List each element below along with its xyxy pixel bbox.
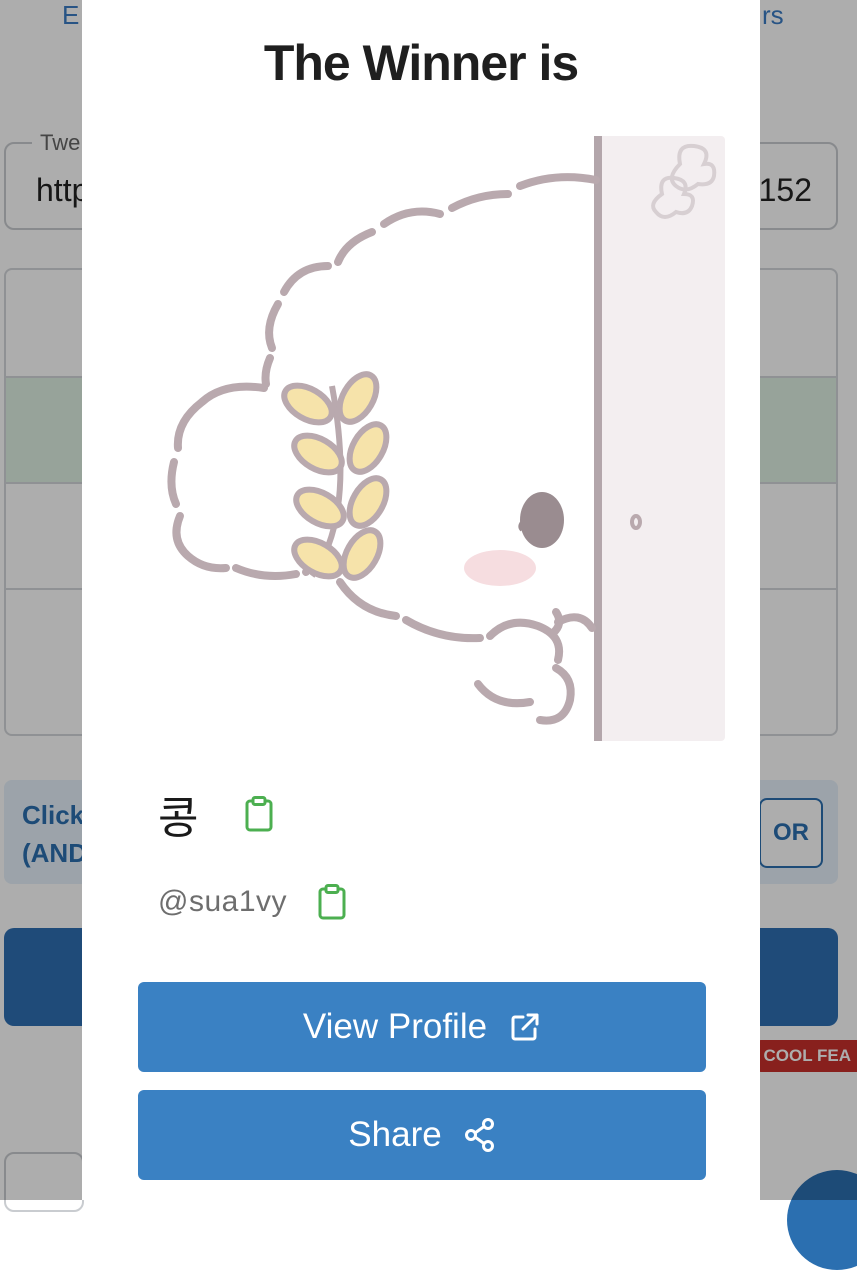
winner-modal: The Winner is 콩 @sua1vy View Profile Sha… <box>82 0 760 1200</box>
copy-name-button[interactable] <box>244 796 274 832</box>
share-icon <box>464 1118 496 1152</box>
view-profile-label: View Profile <box>302 1007 488 1046</box>
view-profile-button[interactable]: View Profile <box>138 982 706 1072</box>
clipboard-icon <box>318 884 346 920</box>
clipboard-icon <box>245 796 273 832</box>
winner-name-row: 콩 <box>158 782 274 846</box>
external-link-icon <box>509 1011 541 1043</box>
winner-handle-row: @sua1vy <box>158 884 347 920</box>
share-label: Share <box>348 1115 442 1154</box>
winner-handle: @sua1vy <box>158 885 288 918</box>
copy-handle-button[interactable] <box>317 884 347 920</box>
winner-name: 콩 <box>158 793 199 844</box>
puppy-peek-illustration-icon <box>160 136 725 741</box>
share-button[interactable]: Share <box>138 1090 706 1180</box>
winner-avatar <box>160 136 725 741</box>
modal-title: The Winner is <box>263 35 579 91</box>
